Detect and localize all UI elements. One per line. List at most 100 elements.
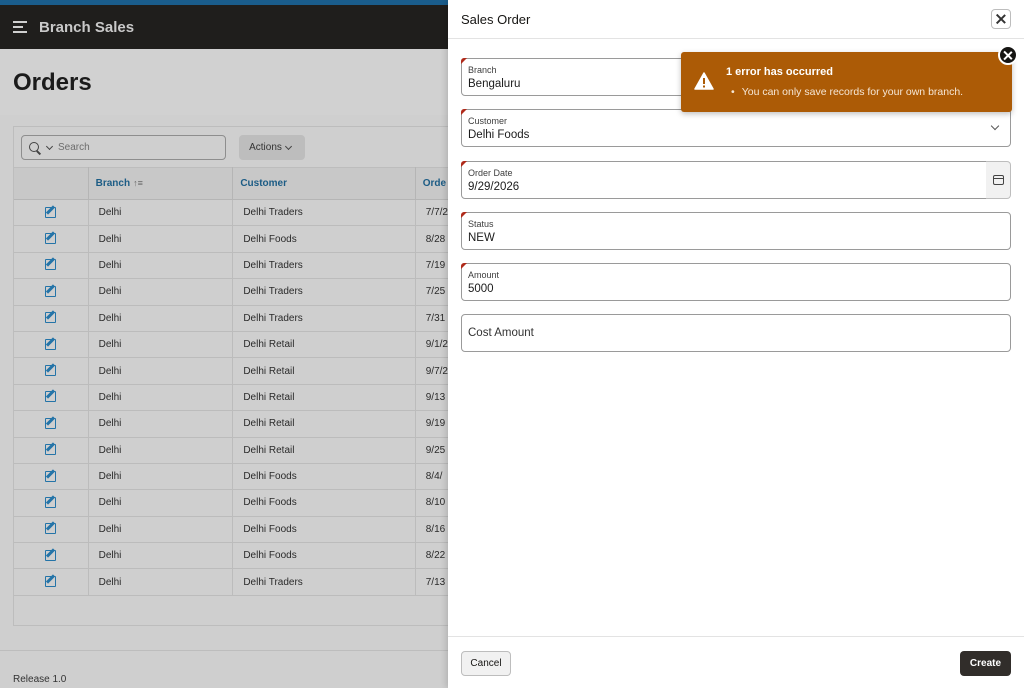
chevron-down-icon[interactable] — [45, 142, 54, 150]
actions-menu-button[interactable]: Actions — [239, 135, 305, 160]
row-edit-cell — [14, 225, 89, 253]
edit-icon[interactable] — [45, 311, 57, 324]
edit-icon[interactable] — [45, 522, 57, 535]
amount-field[interactable]: Amount 5000 — [461, 263, 1011, 301]
row-edit-cell — [14, 384, 89, 412]
error-message: You can only save records for your own b… — [731, 86, 963, 98]
release-label: Release 1.0 — [13, 674, 67, 685]
edit-icon[interactable] — [45, 470, 57, 482]
order-date-cell: 8/28 — [415, 225, 450, 253]
app-title[interactable]: Branch Sales — [39, 19, 134, 36]
customer-cell: Delhi Traders — [232, 199, 416, 227]
row-edit-cell — [14, 516, 89, 544]
error-close-button[interactable] — [998, 45, 1018, 65]
row-edit-cell — [14, 489, 89, 517]
page-title: Orders — [13, 69, 92, 96]
cost-amount-field[interactable]: Cost Amount — [461, 314, 1011, 352]
customer-value[interactable]: Delhi Foods — [468, 129, 529, 141]
column-label: Branch — [95, 178, 131, 189]
row-edit-cell — [14, 568, 89, 596]
hamburger-menu-icon[interactable] — [13, 21, 27, 33]
row-edit-cell — [14, 278, 89, 306]
grid-header-customer[interactable]: Customer — [232, 167, 416, 200]
cost-amount-label: Cost Amount — [468, 327, 534, 339]
grid-header-order-date[interactable]: Orde — [415, 167, 450, 200]
edit-icon[interactable] — [45, 285, 57, 297]
customer-cell: Delhi Retail — [232, 410, 416, 438]
chevron-down-icon[interactable] — [990, 121, 1000, 131]
branch-cell: Delhi — [88, 225, 234, 253]
edit-icon[interactable] — [45, 496, 57, 508]
orders-grid: Branch ↑≡ Customer Orde Delhi Delhi Trader… — [14, 167, 450, 596]
edit-icon[interactable] — [45, 549, 57, 561]
customer-cell: Delhi Foods — [232, 463, 416, 491]
order-date-cell: 9/1/2 — [415, 331, 450, 359]
order-date-cell: 8/22 — [415, 542, 450, 570]
date-picker-button[interactable] — [986, 161, 1011, 199]
branch-cell: Delhi — [88, 199, 234, 227]
order-date-label: Order Date — [468, 168, 513, 178]
table-row: Delhi Delhi Foods 8/16 — [14, 516, 450, 544]
branch-cell: Delhi — [88, 410, 234, 438]
customer-cell: Delhi Foods — [232, 516, 416, 544]
edit-icon[interactable] — [45, 417, 57, 429]
row-edit-cell — [14, 357, 89, 385]
page-footer: Release 1.0 — [0, 650, 448, 688]
grid-header-row: Branch ↑≡ Customer Orde — [14, 167, 450, 200]
branch-value[interactable]: Bengaluru — [468, 78, 520, 90]
table-row: Delhi Delhi Traders 7/19 — [14, 252, 450, 280]
order-date-cell: 7/31 — [415, 305, 450, 332]
create-button[interactable]: Create — [960, 651, 1011, 676]
table-row: Delhi Delhi Retail 9/7/2 — [14, 357, 450, 385]
order-date-field[interactable]: Order Date 9/29/2026 — [461, 161, 987, 199]
order-date-cell: 8/16 — [415, 516, 450, 544]
close-icon — [996, 14, 1006, 24]
branch-cell: Delhi — [88, 516, 234, 544]
order-date-value[interactable]: 9/29/2026 — [468, 181, 519, 193]
branch-label: Branch — [468, 65, 497, 75]
edit-icon[interactable] — [45, 338, 57, 350]
branch-cell: Delhi — [88, 437, 234, 464]
dialog-divider — [448, 38, 1024, 39]
grid-header-branch[interactable]: Branch ↑≡ — [88, 167, 234, 200]
order-date-cell: 9/19 — [415, 410, 450, 438]
search-input[interactable]: Search — [21, 135, 226, 160]
status-value[interactable]: NEW — [468, 232, 495, 244]
customer-cell: Delhi Traders — [232, 278, 416, 306]
close-icon — [1004, 51, 1013, 60]
branch-cell: Delhi — [88, 305, 234, 332]
customer-cell: Delhi Traders — [232, 568, 416, 596]
dialog-close-button[interactable] — [991, 9, 1011, 29]
error-notification: 1 error has occurred You can only save r… — [681, 52, 1012, 112]
cancel-button[interactable]: Cancel — [461, 651, 511, 676]
customer-cell: Delhi Retail — [232, 384, 416, 412]
edit-icon[interactable] — [45, 364, 57, 377]
order-date-cell: 7/19 — [415, 252, 450, 280]
branch-cell: Delhi — [88, 252, 234, 280]
table-row: Delhi Delhi Foods 8/28 — [14, 225, 450, 253]
row-edit-cell — [14, 463, 89, 491]
order-date-cell: 7/13 — [415, 568, 450, 596]
edit-icon[interactable] — [45, 232, 57, 245]
edit-icon[interactable] — [45, 575, 57, 588]
order-date-cell: 9/13 — [415, 384, 450, 412]
edit-icon[interactable] — [45, 390, 57, 403]
search-icon[interactable] — [29, 141, 41, 154]
edit-icon[interactable] — [45, 443, 57, 456]
customer-select[interactable]: Customer Delhi Foods — [461, 109, 1011, 147]
branch-cell: Delhi — [88, 489, 234, 517]
app-header: Branch Sales — [0, 5, 448, 49]
column-label: Customer — [240, 178, 288, 189]
customer-label: Customer — [468, 116, 508, 126]
edit-icon[interactable] — [45, 206, 57, 218]
row-edit-cell — [14, 199, 89, 227]
amount-value[interactable]: 5000 — [468, 283, 494, 295]
calendar-icon — [992, 175, 1004, 185]
grid-header-edit — [14, 167, 89, 200]
dialog-title: Sales Order — [461, 12, 531, 27]
edit-icon[interactable] — [45, 258, 57, 271]
customer-cell: Delhi Traders — [232, 305, 416, 332]
table-row: Delhi Delhi Foods 8/4/ — [14, 463, 450, 491]
row-edit-cell — [14, 252, 89, 280]
status-field[interactable]: Status NEW — [461, 212, 1011, 250]
